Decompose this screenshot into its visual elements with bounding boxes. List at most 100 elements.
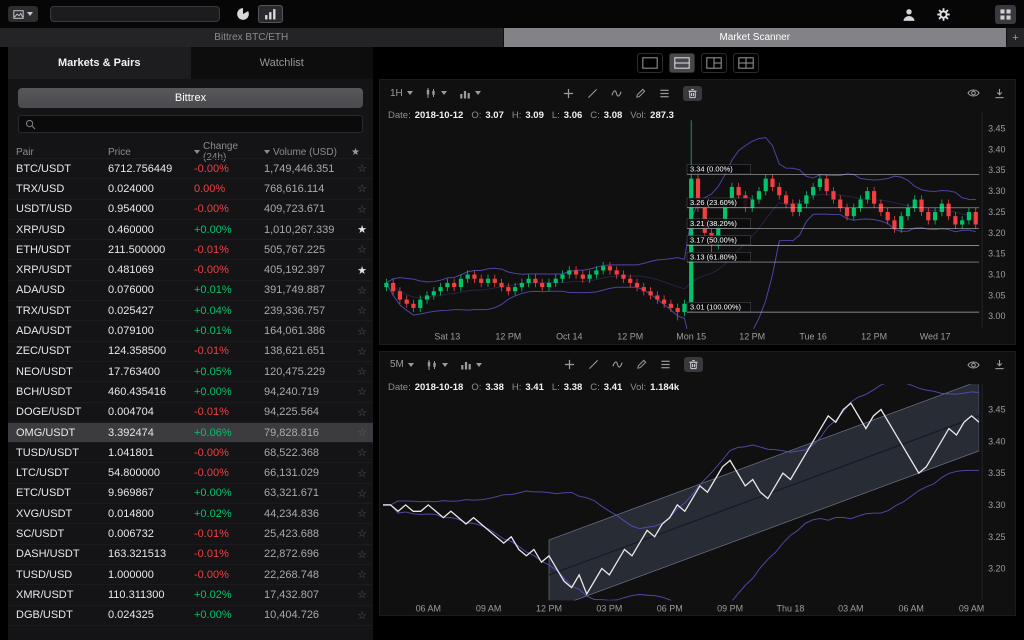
star-toggle[interactable]: ☆ xyxy=(351,588,373,601)
volume-value: 25,423.688 xyxy=(264,528,351,540)
star-toggle[interactable]: ☆ xyxy=(351,548,373,561)
tab-markets-pairs[interactable]: Markets & Pairs xyxy=(8,47,191,79)
table-row[interactable]: ETC/USDT9.969867+0.00%63,321.671☆ xyxy=(8,483,373,503)
star-toggle[interactable]: ☆ xyxy=(351,467,373,480)
table-row[interactable]: ADA/USD0.076000+0.01%391,749.887☆ xyxy=(8,280,373,300)
timeframe-select[interactable]: 1H xyxy=(390,88,413,99)
pie-chart-view-button[interactable] xyxy=(236,7,250,21)
star-toggle[interactable]: ☆ xyxy=(351,284,373,297)
star-toggle[interactable]: ☆ xyxy=(351,203,373,216)
table-row[interactable]: ETH/USDT211.500000-0.01%505,767.225☆ xyxy=(8,239,373,259)
column-volume[interactable]: Volume (USD) xyxy=(264,147,351,158)
ohlc-readout: Date:2018-10-18O:3.38H:3.41L:3.38C:3.41V… xyxy=(388,382,683,393)
table-row[interactable]: DASH/USDT163.321513-0.01%22,872.696☆ xyxy=(8,544,373,564)
exchange-select-button[interactable]: Bittrex xyxy=(18,88,363,108)
toolbar-search-input[interactable] xyxy=(50,6,220,22)
delete-annotation-button[interactable] xyxy=(684,357,703,372)
indicator-select[interactable] xyxy=(459,88,481,99)
annotations-list-button[interactable] xyxy=(659,88,670,99)
table-row[interactable]: DGB/USDT0.024325+0.00%10,404.726☆ xyxy=(8,605,373,625)
line-chart[interactable]: Date:2018-10-18O:3.38H:3.41L:3.38C:3.41V… xyxy=(380,378,1015,616)
star-toggle[interactable]: ☆ xyxy=(351,487,373,500)
trendline-tool-button[interactable] xyxy=(587,88,598,99)
table-row[interactable] xyxy=(8,625,373,640)
pair-label: ZEC/USDT xyxy=(16,345,108,357)
series-style-select[interactable] xyxy=(425,87,447,99)
table-row[interactable]: TUSD/USDT1.041801-0.00%68,522.368☆ xyxy=(8,442,373,462)
star-toggle[interactable]: ☆ xyxy=(351,182,373,195)
star-toggle[interactable]: ☆ xyxy=(351,162,373,175)
table-row[interactable]: BTC/USDT6712.756449-0.00%1,749,446.351☆ xyxy=(8,158,373,178)
tab-watchlist[interactable]: Watchlist xyxy=(191,47,374,79)
table-row[interactable]: ADA/USDT0.079100+0.01%164,061.386☆ xyxy=(8,320,373,340)
star-toggle[interactable]: ☆ xyxy=(351,385,373,398)
table-row[interactable]: LTC/USDT54.800000-0.00%66,131.029☆ xyxy=(8,462,373,482)
table-row[interactable]: XMR/USDT110.311300+0.02%17,432.807☆ xyxy=(8,584,373,604)
table-row[interactable]: TRX/USD0.0240000.00%768,616.114☆ xyxy=(8,178,373,198)
table-row[interactable]: TUSD/USD1.000000-0.00%22,268.748☆ xyxy=(8,564,373,584)
svg-text:3.20: 3.20 xyxy=(988,228,1005,238)
star-toggle[interactable]: ☆ xyxy=(351,568,373,581)
sort-caret-icon xyxy=(194,150,200,154)
table-row[interactable]: NEO/USDT17.763400+0.05%120,475.229☆ xyxy=(8,361,373,381)
star-toggle[interactable]: ★ xyxy=(351,264,373,277)
table-row[interactable]: SC/USDT0.006732-0.01%25,423.688☆ xyxy=(8,523,373,543)
visibility-toggle-button[interactable] xyxy=(967,88,980,98)
new-tab-button[interactable]: + xyxy=(1006,28,1024,47)
table-row[interactable]: XVG/USDT0.014800+0.02%44,234.836☆ xyxy=(8,503,373,523)
layout-quad-button[interactable] xyxy=(733,53,759,73)
export-chart-button[interactable] xyxy=(994,359,1005,370)
table-row[interactable]: XRP/USDT0.481069-0.00%405,192.397★ xyxy=(8,259,373,279)
annotations-list-button[interactable] xyxy=(660,359,671,370)
trendline-tool-button[interactable] xyxy=(588,359,599,370)
draw-tool-button[interactable] xyxy=(636,359,647,370)
curve-tool-button[interactable] xyxy=(611,88,622,99)
layout-horizontal-split-button[interactable] xyxy=(669,53,695,73)
timeframe-select[interactable]: 5M xyxy=(390,359,414,370)
star-toggle[interactable]: ☆ xyxy=(351,365,373,378)
star-icon[interactable]: ★ xyxy=(351,147,373,158)
table-row[interactable]: BCH/USDT460.435416+0.00%94,240.719☆ xyxy=(8,381,373,401)
bar-chart-view-button[interactable] xyxy=(258,5,283,23)
star-toggle[interactable]: ☆ xyxy=(351,304,373,317)
star-toggle[interactable]: ☆ xyxy=(351,325,373,338)
candlestick-chart[interactable]: Date:2018-10-12O:3.07H:3.09L:3.06C:3.08V… xyxy=(380,106,1015,344)
star-toggle[interactable]: ☆ xyxy=(351,507,373,520)
table-row[interactable]: OMG/USDT3.392474+0.06%79,828.816☆ xyxy=(8,422,373,442)
table-row[interactable]: TRX/USDT0.025427+0.04%239,336.757☆ xyxy=(8,300,373,320)
layout-vertical-split-button[interactable] xyxy=(701,53,727,73)
delete-annotation-button[interactable] xyxy=(683,86,702,101)
star-toggle[interactable]: ☆ xyxy=(351,243,373,256)
star-toggle[interactable]: ★ xyxy=(351,223,373,236)
table-row[interactable]: DOGE/USDT0.004704-0.01%94,225.564☆ xyxy=(8,402,373,422)
pairs-search-input[interactable] xyxy=(41,119,356,130)
column-price[interactable]: Price xyxy=(108,147,194,158)
table-row[interactable]: ZEC/USDT124.358500-0.01%138,621.651☆ xyxy=(8,341,373,361)
add-annotation-button[interactable] xyxy=(564,359,575,370)
tab-market-scanner[interactable]: Market Scanner xyxy=(504,28,1007,47)
star-toggle[interactable]: ☆ xyxy=(351,406,373,419)
visibility-toggle-button[interactable] xyxy=(967,360,980,370)
series-style-select[interactable] xyxy=(426,359,448,371)
snapshot-menu-button[interactable] xyxy=(8,6,38,22)
column-pair[interactable]: Pair xyxy=(16,147,108,158)
star-toggle[interactable]: ☆ xyxy=(351,446,373,459)
svg-text:3.34 (0.00%): 3.34 (0.00%) xyxy=(690,165,733,174)
add-annotation-button[interactable] xyxy=(563,88,574,99)
price-value: 54.800000 xyxy=(108,467,194,479)
star-toggle[interactable]: ☆ xyxy=(351,426,373,439)
layout-single-button[interactable] xyxy=(637,53,663,73)
star-toggle[interactable]: ☆ xyxy=(351,609,373,622)
settings-button[interactable] xyxy=(936,7,951,22)
table-row[interactable]: XRP/USD0.460000+0.00%1,010,267.339★ xyxy=(8,219,373,239)
tab-bittrex-btc-eth[interactable]: Bittrex BTC/ETH xyxy=(0,28,504,47)
export-chart-button[interactable] xyxy=(994,88,1005,99)
star-toggle[interactable]: ☆ xyxy=(351,527,373,540)
indicator-select[interactable] xyxy=(460,359,482,370)
star-toggle[interactable]: ☆ xyxy=(351,345,373,358)
apps-grid-button[interactable] xyxy=(995,5,1016,24)
table-row[interactable]: USDT/USD0.954000-0.00%409,723.671☆ xyxy=(8,199,373,219)
account-button[interactable] xyxy=(902,8,916,21)
curve-tool-button[interactable] xyxy=(612,359,623,370)
draw-tool-button[interactable] xyxy=(635,88,646,99)
